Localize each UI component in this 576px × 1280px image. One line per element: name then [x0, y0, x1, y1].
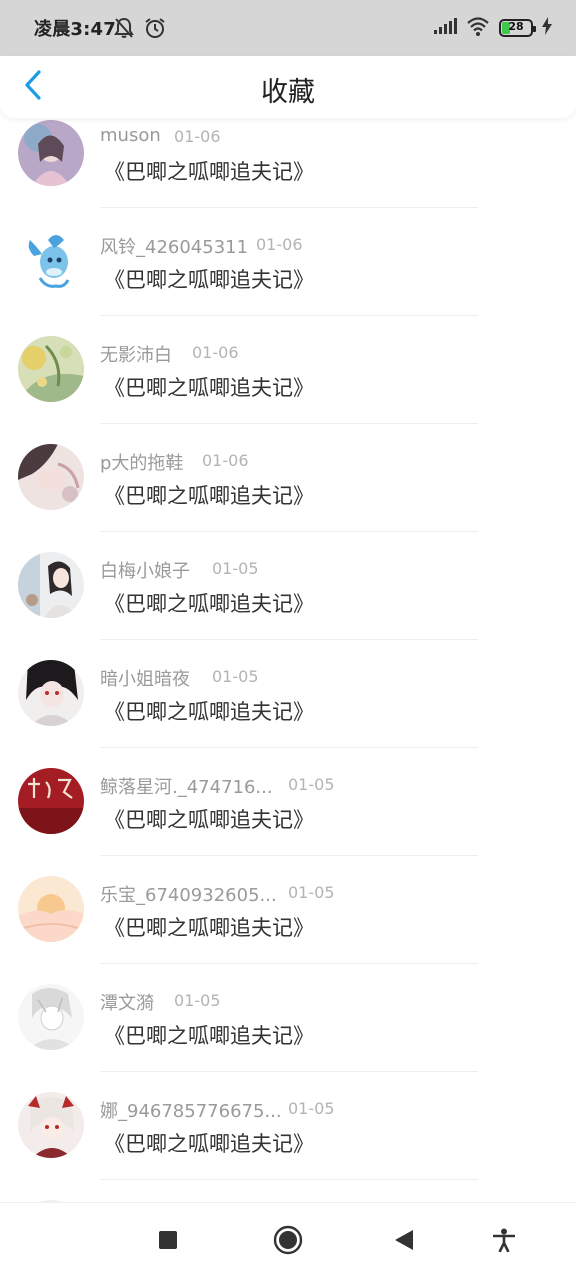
- app-header: 收藏: [0, 56, 576, 118]
- list-item[interactable]: 鲸落星河._474716... 01-05 《巴唧之呱唧追夫记》: [0, 748, 576, 856]
- list-item[interactable]: 白梅小娘子 01-05 《巴唧之呱唧追夫记》: [0, 532, 576, 640]
- date: 01-06: [174, 127, 221, 146]
- date: 01-05: [212, 559, 259, 578]
- list-item[interactable]: 乐宝_6740932605... 01-05 《巴唧之呱唧追夫记》: [0, 856, 576, 964]
- battery-percent: 28: [508, 20, 524, 33]
- book-title[interactable]: 《巴唧之呱唧追夫记》: [104, 480, 314, 510]
- username: 无影沛白: [100, 345, 172, 366]
- book-title[interactable]: 《巴唧之呱唧追夫记》: [104, 696, 314, 726]
- avatar[interactable]: [18, 876, 84, 942]
- list-item[interactable]: 风铃_426045311 01-06 《巴唧之呱唧追夫记》: [0, 208, 576, 316]
- username: 潭文漪: [100, 993, 154, 1014]
- wifi-icon: [466, 16, 490, 40]
- list-item[interactable]: [0, 1180, 576, 1204]
- avatar[interactable]: [18, 660, 84, 726]
- circle-icon: [273, 1225, 303, 1259]
- list-item[interactable]: 暗小姐暗夜 01-05 《巴唧之呱唧追夫记》: [0, 640, 576, 748]
- date: 01-05: [212, 667, 259, 686]
- username: muson: [100, 125, 161, 146]
- username: 暗小姐暗夜: [100, 669, 190, 690]
- book-title[interactable]: 《巴唧之呱唧追夫记》: [104, 912, 314, 942]
- username: 娜_946785776675...: [100, 1101, 282, 1122]
- avatar[interactable]: [18, 444, 84, 510]
- page-title: 收藏: [261, 77, 315, 108]
- home-button[interactable]: [268, 1222, 308, 1262]
- avatar[interactable]: [18, 768, 84, 834]
- username: 白梅小娘子: [100, 561, 190, 582]
- favorites-list: muson 01-06 《巴唧之呱唧追夫记》 风铃_426045311 01-0…: [0, 100, 576, 1204]
- avatar[interactable]: [18, 228, 84, 294]
- accessibility-button[interactable]: [484, 1222, 524, 1262]
- book-title[interactable]: 《巴唧之呱唧追夫记》: [104, 372, 314, 402]
- list-item[interactable]: p大的拖鞋 01-06 《巴唧之呱唧追夫记》: [0, 424, 576, 532]
- alarm-icon: [144, 17, 166, 43]
- date: 01-05: [288, 775, 335, 794]
- system-nav-bar: [0, 1202, 576, 1280]
- bell-off-icon: [114, 17, 134, 43]
- book-title[interactable]: 《巴唧之呱唧追夫记》: [104, 264, 314, 294]
- date: 01-05: [288, 883, 335, 902]
- username: 鲸落星河._474716...: [100, 777, 273, 798]
- status-bar: 凌晨3:47 28: [0, 0, 576, 56]
- date: 01-06: [202, 451, 249, 470]
- username: 乐宝_6740932605...: [100, 885, 277, 906]
- date: 01-06: [256, 235, 303, 254]
- signal-icon: [433, 17, 457, 39]
- avatar[interactable]: [18, 552, 84, 618]
- recent-apps-button[interactable]: [148, 1222, 188, 1262]
- date: 01-06: [192, 343, 239, 362]
- triangle-back-icon: [394, 1229, 414, 1255]
- book-title[interactable]: 《巴唧之呱唧追夫记》: [104, 804, 314, 834]
- avatar[interactable]: [18, 1092, 84, 1158]
- charging-icon: [542, 17, 552, 39]
- avatar[interactable]: [18, 984, 84, 1050]
- avatar[interactable]: [18, 336, 84, 402]
- list-item[interactable]: 娜_946785776675... 01-05 《巴唧之呱唧追夫记》: [0, 1072, 576, 1180]
- status-time: 凌晨3:47: [34, 19, 116, 40]
- username: 风铃_426045311: [100, 237, 249, 258]
- battery-indicator: 28: [499, 19, 536, 37]
- username: p大的拖鞋: [100, 453, 184, 474]
- book-title[interactable]: 《巴唧之呱唧追夫记》: [104, 1128, 314, 1158]
- book-title[interactable]: 《巴唧之呱唧追夫记》: [104, 588, 314, 618]
- book-title[interactable]: 《巴唧之呱唧追夫记》: [104, 1020, 314, 1050]
- square-icon: [158, 1230, 178, 1254]
- list-item[interactable]: 无影沛白 01-06 《巴唧之呱唧追夫记》: [0, 316, 576, 424]
- list-item[interactable]: 潭文漪 01-05 《巴唧之呱唧追夫记》: [0, 964, 576, 1072]
- book-title[interactable]: 《巴唧之呱唧追夫记》: [104, 156, 314, 186]
- date: 01-05: [288, 1099, 335, 1118]
- back-nav-button[interactable]: [384, 1222, 424, 1262]
- date: 01-05: [174, 991, 221, 1010]
- avatar[interactable]: [18, 120, 84, 186]
- accessibility-icon: [492, 1228, 516, 1256]
